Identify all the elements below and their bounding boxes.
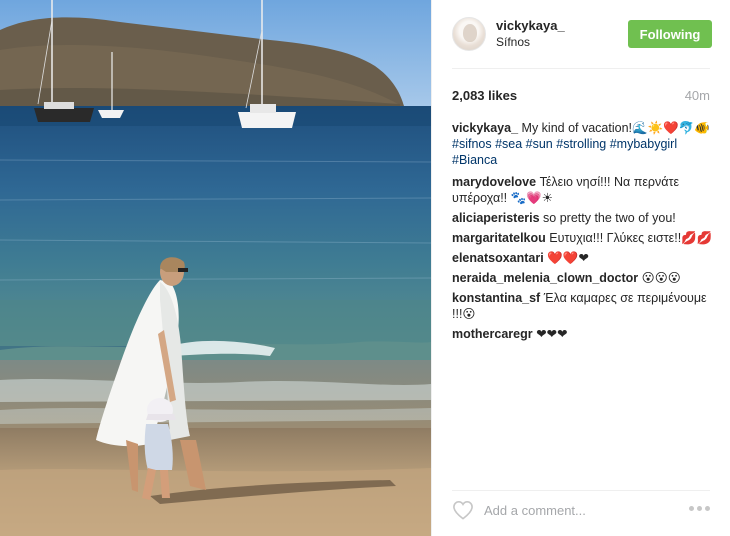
comment-username[interactable]: marydovelove [452, 175, 536, 189]
following-button[interactable]: Following [628, 20, 712, 48]
caption-username[interactable]: vickykaya_ [452, 121, 518, 135]
comment-text: so pretty the two of you! [543, 211, 676, 225]
heart-outline-icon[interactable] [452, 500, 474, 520]
comment-text: ❤️❤️❤ [547, 251, 589, 265]
comment-username[interactable]: margaritatelkou [452, 231, 546, 245]
comment-username[interactable]: mothercaregr [452, 327, 533, 341]
comment-text: Ευτυχια!!! Γλύκες ειστε!!💋💋 [549, 231, 713, 245]
add-comment-input[interactable] [484, 502, 664, 518]
comment-item: marydovelove Τέλειο νησί!!! Να περνάτε υ… [452, 174, 714, 206]
comment-username[interactable]: elenatsoxantari [452, 251, 544, 265]
username-link[interactable]: vickykaya_ [496, 18, 565, 34]
post-details-panel: vickykaya_ Sífnos Following 2,083 likes … [431, 0, 730, 536]
instagram-post: vickykaya_ Sífnos Following 2,083 likes … [0, 0, 730, 536]
comment-text: ❤❤❤ [536, 327, 568, 341]
comments-list: vickykaya_ My kind of vacation!🌊☀️❤️🐬🐠 #… [452, 120, 714, 346]
comment-item: aliciaperisteris so pretty the two of yo… [452, 210, 714, 226]
comment-text: 😮😮😮 [641, 271, 681, 285]
divider [452, 490, 710, 491]
dot [705, 506, 710, 511]
comment-bar [452, 500, 710, 520]
dot [697, 506, 702, 511]
dot [689, 506, 694, 511]
comment-item: mothercaregr ❤❤❤ [452, 326, 714, 342]
divider [452, 68, 710, 69]
comment-username[interactable]: aliciaperisteris [452, 211, 540, 225]
comment-username[interactable]: konstantina_sf [452, 291, 540, 305]
post-header: vickykaya_ Sífnos Following [432, 0, 730, 68]
location-link[interactable]: Sífnos [496, 34, 565, 50]
comment-item: margaritatelkou Ευτυχια!!! Γλύκες ειστε!… [452, 230, 714, 246]
comment-item: konstantina_sf Έλα καμαρες σε περιμένουμ… [452, 290, 714, 322]
caption: vickykaya_ My kind of vacation!🌊☀️❤️🐬🐠 #… [452, 120, 714, 168]
comment-item: neraida_melenia_clown_doctor 😮😮😮 [452, 270, 714, 286]
ellipsis-icon[interactable] [689, 506, 710, 511]
comment-username[interactable]: neraida_melenia_clown_doctor [452, 271, 638, 285]
likes-count[interactable]: 2,083 likes [452, 88, 517, 103]
caption-hashtags[interactable]: #sifnos #sea #sun #strolling #mybabygirl… [452, 136, 714, 168]
comment-item: elenatsoxantari ❤️❤️❤ [452, 250, 714, 266]
post-photo[interactable] [0, 0, 431, 536]
user-info: vickykaya_ Sífnos [496, 18, 565, 50]
post-meta: 2,083 likes 40m [452, 86, 710, 104]
post-time[interactable]: 40m [685, 88, 710, 103]
caption-text: My kind of vacation!🌊☀️❤️🐬🐠 [521, 121, 710, 135]
avatar[interactable] [452, 17, 486, 51]
beach-photo [0, 0, 431, 536]
